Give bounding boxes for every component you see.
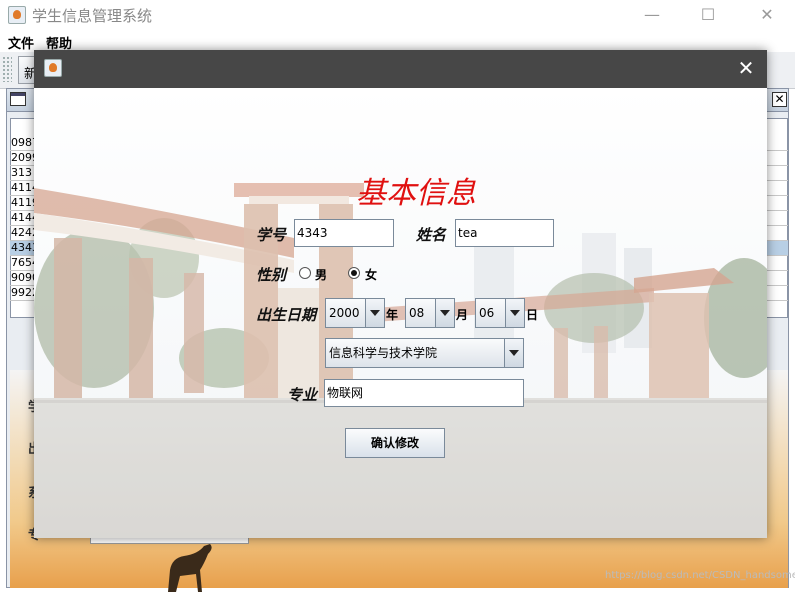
birth-year-value: 2000 — [329, 306, 360, 320]
menubar — [0, 30, 795, 52]
main-window-title: 学生信息管理系统 — [32, 7, 153, 25]
birth-day-select[interactable]: 06 — [475, 298, 525, 328]
chevron-down-icon — [435, 299, 454, 327]
toolbar-grip[interactable] — [2, 56, 12, 82]
dialog-titlebar — [34, 50, 767, 88]
name-input[interactable]: tea — [455, 219, 554, 247]
dialog-heading: 基本信息 — [356, 176, 476, 211]
chevron-down-icon — [365, 299, 384, 327]
java-app-icon — [8, 6, 26, 24]
student-id-label: 学号 — [256, 226, 287, 244]
year-unit: 年 — [386, 308, 399, 322]
birth-month-select[interactable]: 08 — [405, 298, 455, 328]
day-unit: 日 — [526, 308, 539, 322]
dialog-java-icon — [44, 59, 62, 77]
main-close-icon[interactable]: ✕ — [744, 0, 790, 30]
birth-year-select[interactable]: 2000 — [325, 298, 385, 328]
major-label: 专业 — [287, 386, 318, 404]
gender-male-radio[interactable] — [299, 267, 311, 279]
internal-close-icon[interactable]: ✕ — [772, 92, 787, 107]
major-input[interactable]: 物联网 — [324, 379, 524, 407]
gender-label: 性别 — [256, 266, 287, 284]
birth-month-value: 08 — [409, 306, 425, 320]
department-value: 信息科学与技术学院 — [329, 346, 438, 360]
department-select[interactable]: 信息科学与技术学院 — [325, 338, 524, 368]
animal-silhouette — [168, 544, 212, 592]
name-label: 姓名 — [416, 226, 447, 244]
birth-day-value: 06 — [479, 306, 495, 320]
watermark: https://blog.csdn.net/CSDN_handsome — [605, 570, 795, 581]
chevron-down-icon — [504, 339, 523, 367]
window-icon — [10, 92, 26, 106]
gender-female-label: 女 — [365, 268, 378, 282]
dialog-close-icon[interactable]: ✕ — [727, 50, 765, 88]
minimize-icon[interactable]: — — [629, 0, 675, 30]
month-unit: 月 — [456, 308, 469, 322]
gender-male-label: 男 — [315, 268, 328, 282]
chevron-down-icon — [505, 299, 524, 327]
birth-date-label: 出生日期 — [256, 306, 317, 324]
table-cell-id: 313 — [11, 166, 32, 179]
confirm-edit-button[interactable]: 确认修改 — [345, 428, 445, 458]
menu-file[interactable]: 文件 — [8, 33, 34, 52]
campus-gate-background — [34, 88, 767, 538]
gender-female-radio[interactable] — [348, 267, 360, 279]
dialog-body — [34, 88, 767, 538]
maximize-icon[interactable]: ☐ — [685, 0, 731, 30]
student-id-input[interactable]: 4343 — [294, 219, 394, 247]
